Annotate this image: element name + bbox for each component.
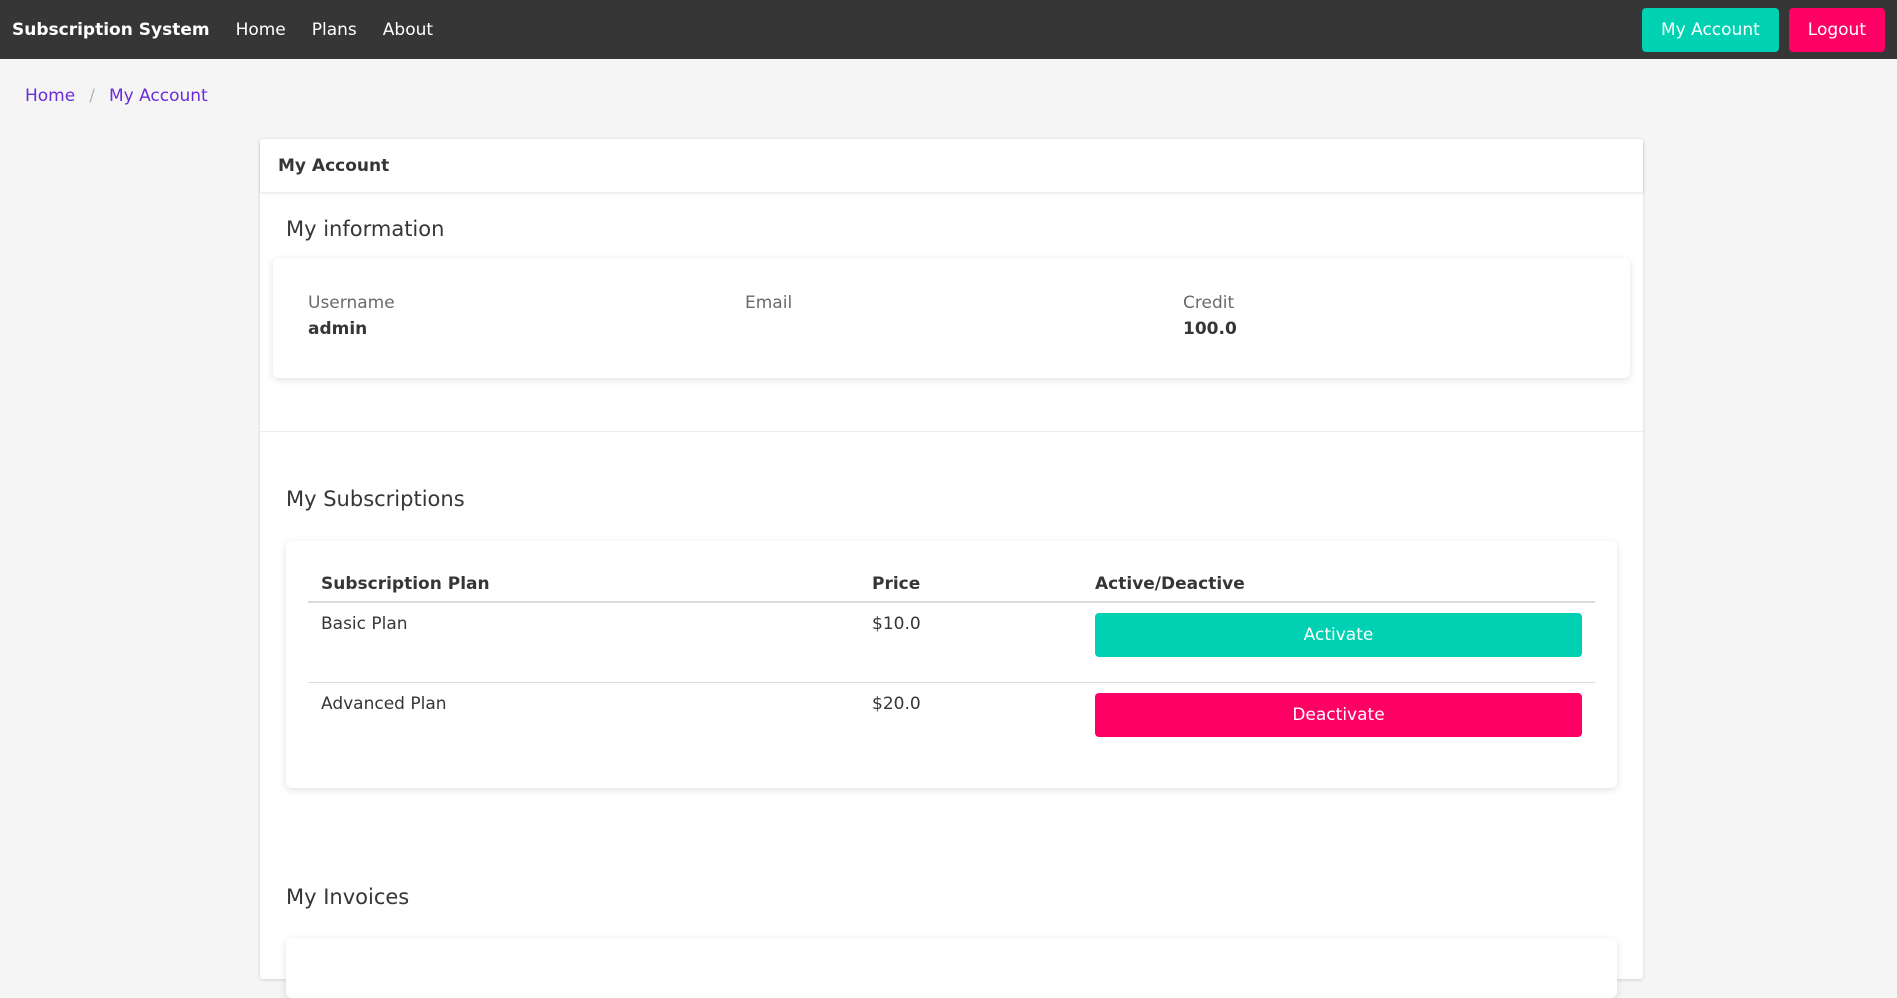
header-price: Price (859, 567, 1082, 603)
credit-label: Credit (1183, 293, 1235, 313)
credit-value: 100.0 (1183, 319, 1237, 339)
table-header-row: Subscription Plan Price Active/Deactive (308, 567, 1595, 603)
plan-action-cell: Activate (1082, 602, 1595, 682)
my-information-title: My information (286, 217, 445, 241)
deactivate-button[interactable]: Deactivate (1095, 692, 1582, 737)
brand-logo[interactable]: Subscription System (12, 20, 210, 40)
breadcrumb-separator: / (89, 86, 95, 106)
breadcrumb-my-account[interactable]: My Account (109, 86, 208, 106)
email-field: Email (745, 293, 792, 339)
invoices-box (286, 938, 1617, 998)
account-card: My Account My information Username admin… (260, 139, 1643, 998)
subscriptions-box: Subscription Plan Price Active/Deactive … (286, 541, 1617, 788)
nav-link-home[interactable]: Home (236, 20, 286, 40)
username-value: admin (308, 319, 368, 339)
subscriptions-table: Subscription Plan Price Active/Deactive … (308, 567, 1595, 762)
plan-price: $10.0 (872, 614, 921, 634)
email-value (745, 319, 792, 339)
nav-link-about[interactable]: About (383, 20, 433, 40)
plan-action-cell: Deactivate (1082, 681, 1595, 762)
table-row: Advanced Plan $20.0 Deactivate (308, 681, 1595, 762)
table-row: Basic Plan $10.0 Activate (308, 602, 1595, 682)
username-label: Username (308, 293, 395, 313)
breadcrumb: Home / My Account (25, 86, 208, 106)
logout-button[interactable]: Logout (1788, 7, 1885, 52)
section-divider (260, 431, 1643, 432)
breadcrumb-home[interactable]: Home (25, 86, 75, 106)
my-subscriptions-title: My Subscriptions (286, 487, 465, 511)
header-subscription-plan: Subscription Plan (308, 567, 859, 603)
top-navbar: Subscription System Home Plans About My … (0, 0, 1897, 59)
plan-name: Basic Plan (321, 614, 408, 634)
activate-button[interactable]: Activate (1095, 613, 1582, 657)
card-header: My Account (260, 139, 1643, 192)
header-active-deactive: Active/Deactive (1082, 567, 1595, 603)
navbar-actions: My Account Logout (1642, 7, 1885, 52)
email-label: Email (745, 293, 793, 313)
plan-name: Advanced Plan (308, 681, 859, 762)
my-account-button[interactable]: My Account (1642, 7, 1779, 52)
nav-link-plans[interactable]: Plans (312, 20, 357, 40)
info-box: Username admin Email Credit 100.0 (273, 258, 1630, 378)
plan-price: $20.0 (859, 681, 1082, 762)
username-field: Username admin (308, 293, 395, 339)
my-invoices-title: My Invoices (286, 885, 410, 909)
credit-field: Credit 100.0 (1183, 293, 1237, 339)
